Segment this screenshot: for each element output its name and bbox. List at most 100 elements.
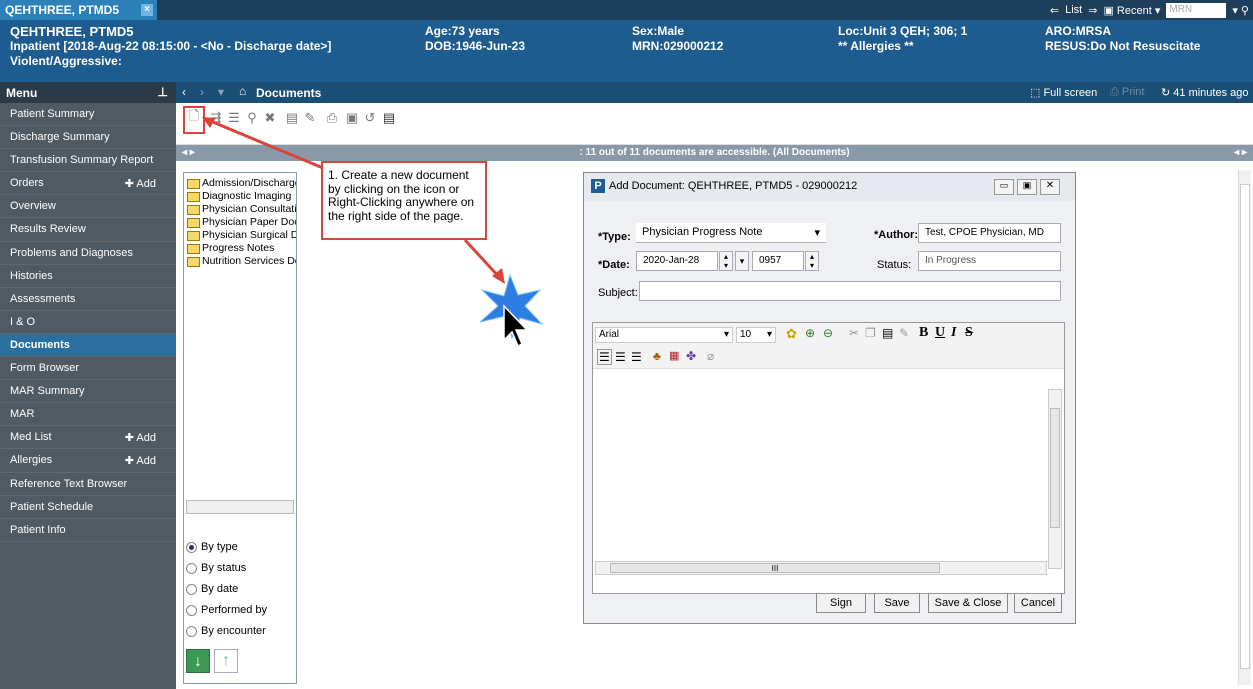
- editor-vscroll-thumb[interactable]: [1050, 408, 1060, 528]
- forward-arrow-icon[interactable]: ⇒: [1088, 4, 1097, 17]
- radio-by-type[interactable]: By type: [186, 541, 238, 553]
- copy-icon[interactable]: ❐: [865, 326, 876, 340]
- allergies-flag[interactable]: ** Allergies **: [838, 39, 967, 54]
- table-icon[interactable]: ▦: [669, 349, 679, 362]
- sidebar-item-documents[interactable]: Documents: [0, 333, 176, 358]
- zoom-in-icon[interactable]: ⊕: [805, 326, 815, 340]
- back-icon[interactable]: ‹: [182, 85, 186, 99]
- save-close-button[interactable]: Save & Close: [928, 593, 1008, 613]
- right-arrows[interactable]: ◂ ▸: [1234, 145, 1247, 161]
- insert-icon[interactable]: ✤: [686, 349, 696, 363]
- sidebar-item-overview[interactable]: Overview: [0, 195, 176, 219]
- radio-by-encounter[interactable]: By encounter: [186, 625, 266, 637]
- date-field[interactable]: 2020-Jan-28: [636, 251, 718, 271]
- italic-icon[interactable]: I: [951, 325, 956, 341]
- dropdown-icon[interactable]: ▾: [218, 85, 224, 99]
- type-select[interactable]: Physician Progress Note ▾: [636, 223, 826, 243]
- align-center-icon[interactable]: ☰: [615, 350, 626, 364]
- sidebar-item-discharge-summary[interactable]: Discharge Summary: [0, 126, 176, 150]
- radio-circle[interactable]: [186, 541, 197, 553]
- close-tab-icon[interactable]: ×: [141, 4, 153, 16]
- stamp-icon[interactable]: ♣: [653, 349, 661, 363]
- minimize-button[interactable]: ▭: [994, 179, 1014, 195]
- date-spinner[interactable]: ▴ ▾: [719, 251, 733, 271]
- radio-circle[interactable]: [186, 562, 197, 574]
- sidebar-item-mar[interactable]: MAR: [0, 403, 176, 427]
- paste-icon[interactable]: ▤: [882, 326, 893, 340]
- sidebar-item-assessments[interactable]: Assessments: [0, 288, 176, 311]
- sidebar-item-reference-text-browser[interactable]: Reference Text Browser: [0, 473, 176, 496]
- sidebar-item-results-review[interactable]: Results Review: [0, 218, 176, 242]
- search-icon[interactable]: ▾ ⚲: [1232, 4, 1249, 17]
- radio-by-date[interactable]: By date: [186, 583, 238, 595]
- page-vscroll[interactable]: [1238, 170, 1251, 685]
- list-button[interactable]: List: [1065, 4, 1082, 16]
- time-field[interactable]: 0957: [752, 251, 804, 271]
- author-field[interactable]: Test, CPOE Physician, MD: [918, 223, 1061, 243]
- pin-icon[interactable]: ⊥: [158, 85, 168, 99]
- patient-tab[interactable]: QEHTHREE, PTMD5 ×: [0, 0, 157, 20]
- sidebar-item-orders[interactable]: Orders ✚ Add: [0, 172, 176, 196]
- add-button[interactable]: ✚ Add: [125, 177, 156, 190]
- time-spinner[interactable]: ▴ ▾: [805, 251, 819, 271]
- sidebar-item-problems-and-diagnoses[interactable]: Problems and Diagnoses: [0, 242, 176, 265]
- cut-icon[interactable]: ✂: [849, 326, 859, 340]
- page-vscroll-thumb[interactable]: [1240, 184, 1250, 669]
- recent-button[interactable]: ▣ Recent ▾: [1103, 4, 1160, 17]
- radio-label: By type: [201, 541, 238, 553]
- date-label: *Date:: [598, 259, 630, 271]
- radio-by-status[interactable]: By status: [186, 562, 246, 574]
- align-right-icon[interactable]: ☰: [631, 350, 642, 364]
- refresh-button[interactable]: ↻ 41 minutes ago: [1161, 86, 1249, 99]
- move-up-button[interactable]: ↑: [214, 649, 238, 673]
- sidebar-item-i-o[interactable]: I & O: [0, 311, 176, 334]
- mrn-search-input[interactable]: MRN: [1166, 2, 1227, 18]
- sidebar-item-form-browser[interactable]: Form Browser: [0, 357, 176, 381]
- banner-col-sex: Sex:Male MRN:029000212: [632, 24, 723, 54]
- save-button[interactable]: Save: [874, 593, 920, 613]
- sidebar-item-allergies[interactable]: Allergies ✚ Add: [0, 449, 176, 473]
- radio-circle[interactable]: [186, 604, 197, 616]
- radio-label: Performed by: [201, 604, 268, 616]
- editor-vscroll[interactable]: [1048, 389, 1062, 569]
- tree-hscroll[interactable]: [186, 500, 294, 514]
- editor-hscroll[interactable]: III: [595, 561, 1047, 575]
- back-arrow-icon[interactable]: ⇐: [1050, 4, 1059, 17]
- fullscreen-button[interactable]: ⬚ Full screen: [1030, 86, 1097, 99]
- sidebar-item-histories[interactable]: Histories: [0, 265, 176, 288]
- sidebar-item-patient-info[interactable]: Patient Info: [0, 519, 176, 542]
- strikethrough-icon[interactable]: S: [965, 325, 973, 341]
- zoom-out-icon[interactable]: ⊖: [823, 326, 833, 340]
- align-left-icon[interactable]: ☰: [597, 349, 612, 365]
- patient-mrn: MRN:029000212: [632, 39, 724, 53]
- encounter-info: Inpatient [2018-Aug-22 08:15:00 - <No - …: [10, 39, 332, 53]
- add-button[interactable]: ✚ Add: [125, 454, 156, 467]
- editor-hscroll-thumb[interactable]: III: [610, 563, 940, 573]
- maximize-button[interactable]: ▣: [1017, 179, 1037, 195]
- calendar-dropdown[interactable]: ▾: [735, 251, 749, 271]
- subject-input[interactable]: [639, 281, 1061, 301]
- format-painter-icon[interactable]: ✎: [899, 326, 909, 340]
- radio-circle[interactable]: [186, 583, 197, 595]
- attachment-icon[interactable]: ⌀: [707, 349, 714, 363]
- sidebar-item-mar-summary[interactable]: MAR Summary: [0, 380, 176, 404]
- sidebar-item-patient-schedule[interactable]: Patient Schedule: [0, 496, 176, 519]
- page-title: Documents: [256, 86, 322, 100]
- font-select[interactable]: Arial ▾: [595, 327, 733, 343]
- sidebar-item-transfusion-summary-report[interactable]: Transfusion Summary Report: [0, 149, 176, 173]
- move-down-button[interactable]: ↓: [186, 649, 210, 673]
- size-select[interactable]: 10 ▾: [736, 327, 776, 343]
- forward-icon[interactable]: ›: [200, 85, 204, 99]
- color-palette-icon[interactable]: ✿: [786, 326, 797, 342]
- add-button[interactable]: ✚ Add: [125, 431, 156, 444]
- sign-button[interactable]: Sign: [816, 593, 866, 613]
- sidebar-item-med-list[interactable]: Med List ✚ Add: [0, 426, 176, 450]
- radio-circle[interactable]: [186, 625, 197, 637]
- underline-icon[interactable]: U: [935, 325, 945, 341]
- sidebar-item-patient-summary[interactable]: Patient Summary: [0, 103, 176, 127]
- radio-performed-by[interactable]: Performed by: [186, 604, 267, 616]
- cancel-button[interactable]: Cancel: [1014, 593, 1062, 613]
- home-icon[interactable]: ⌂: [239, 84, 246, 98]
- close-button[interactable]: ✕: [1040, 179, 1060, 195]
- bold-icon[interactable]: B: [919, 325, 928, 341]
